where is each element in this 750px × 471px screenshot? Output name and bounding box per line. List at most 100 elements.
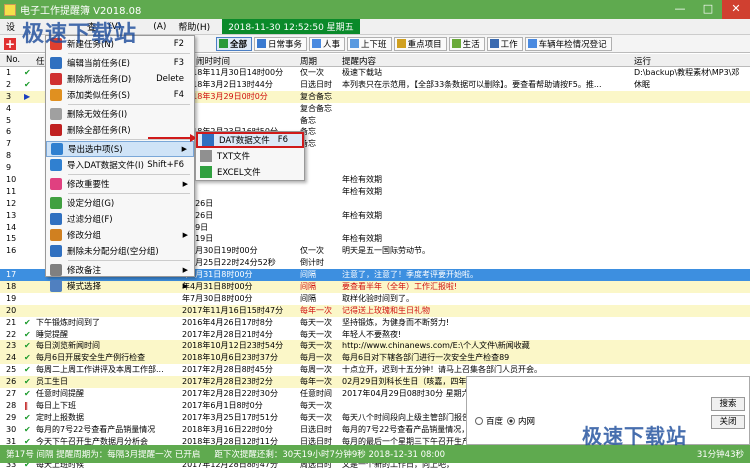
cell-task: 每月的7号22号查看产品销量情况 (36, 424, 156, 434)
cell-no: 3 (6, 91, 12, 101)
cell-no: 15 (6, 234, 17, 244)
menu-item-label: 导出选中项(S) (68, 145, 123, 155)
table-row[interactable]: 24 ✔ 每月6日开展安全生产例行检查 2018年10月6日23时37分 每月一次 每月6… (0, 352, 750, 365)
menu-item-icon (50, 124, 62, 136)
context-menu-item[interactable]: 删除全部任务(R) (46, 122, 194, 138)
cell-time: 2017年2月28日22时30分 (182, 389, 278, 399)
menu-item-icon (50, 159, 62, 171)
file-icon (202, 134, 214, 146)
cell-st: ✔ (24, 389, 31, 399)
table-row[interactable]: 25 ✔ 每周二上周工作讲评及本周工作部... 2017年2月28日8时45分 每周一次… (0, 364, 750, 376)
cell-content: 年轻人不要熬夜! (342, 329, 402, 339)
cell-content: 取样化验时间到了。 (342, 293, 414, 303)
tab-3[interactable]: 上下班 (347, 36, 392, 51)
cell-task: 定时上报数据 (36, 412, 84, 422)
menu-action[interactable]: (A) (147, 22, 172, 32)
tab-0[interactable]: 全部 (216, 36, 253, 51)
menu-item-icon (50, 89, 62, 101)
submenu-item[interactable]: TXT文件 (196, 148, 304, 164)
col-no[interactable]: No. (6, 55, 20, 65)
menu-item-label: 删除全部任务(R) (67, 126, 131, 136)
tab-2[interactable]: 人事 (309, 36, 346, 51)
context-menu-item[interactable]: 编辑当前任务(E) F3 (46, 55, 194, 71)
radio-baidu[interactable]: 百度 (475, 415, 503, 427)
menu-item-shortcut: F2 (173, 39, 184, 49)
tab-5[interactable]: 生活 (448, 36, 485, 51)
context-menu: 新建任务(N) F2 编辑当前任务(E) F3 删除所选任务(D) Delete 添加类似任… (45, 35, 195, 292)
cell-cycle: 备忘 (300, 115, 316, 125)
radio-intranet[interactable]: 内网 (507, 415, 535, 427)
cell-cycle: 每天一次 (300, 412, 332, 422)
menu-item-shortcut: Shift+F6 (147, 160, 184, 170)
window-title: 电子工作提醒簿 V2018.08 (20, 6, 142, 17)
cell-no: 13 (6, 210, 17, 220)
menu-settings[interactable]: 设 (0, 20, 21, 33)
cell-no: 11 (6, 186, 17, 196)
submenu-arrow-icon: ▶ (182, 180, 188, 188)
context-menu-item[interactable]: 导入DAT数据文件(I) Shift+F6 (46, 157, 194, 173)
cell-content: 十点立开，迟到十五分钟！请马上召集各部门人员开会。 (342, 365, 542, 375)
tab-label: 全部 (230, 39, 248, 50)
col-task[interactable]: 任 (36, 55, 45, 67)
tab-icon (312, 39, 322, 48)
search-button[interactable]: 搜索 (711, 397, 745, 411)
submenu-item[interactable]: EXCEL文件 (196, 164, 304, 180)
cell-st: ✔ (24, 68, 31, 77)
table-row[interactable]: 22 ✔ 睡觉提醒 2017年2月28日21时4分 每天一次 年轻人不要熬夜! (0, 329, 750, 341)
context-menu-item[interactable]: 修改重要性 ▶ (46, 176, 194, 192)
context-menu-item[interactable]: 过滤分组(F) (46, 211, 194, 227)
cell-time: 6月26日 (182, 210, 214, 220)
context-menu-item[interactable]: 修改备注 ▶ (46, 262, 194, 278)
table-row[interactable]: 23 ✔ 每日浏览新闻时间 2018年10月12日23时54分 每天一次 http://w… (0, 340, 750, 353)
submenu-item[interactable]: DAT数据文件 F6 (196, 132, 304, 148)
col-content[interactable]: 提醒内容 (342, 55, 376, 67)
tab-6[interactable]: 工作 (486, 36, 523, 51)
col-time[interactable]: 闹时时间 (196, 55, 230, 67)
table-row[interactable]: 21 ✔ 下午锻炼时间到了 2016年4月26日17时8分 每天一次 坚持锻炼，为健身而不… (0, 317, 750, 329)
tab-4[interactable]: 重点项目 (393, 36, 447, 51)
col-run[interactable]: 运行 (634, 55, 651, 67)
menu-separator (68, 53, 190, 54)
tab-7[interactable]: 车辆年检情况登记 (524, 36, 612, 51)
context-menu-item[interactable]: 删除未分配分组(空分组) (46, 243, 194, 259)
minimize-button[interactable]: — (666, 0, 694, 19)
col-cycle[interactable]: 周期 (300, 55, 317, 67)
cell-no: 20 (6, 305, 17, 315)
context-menu-item[interactable]: 模式选择 ▶ (46, 278, 194, 294)
maximize-button[interactable]: □ (694, 0, 722, 19)
cell-st: ‖ (24, 400, 28, 410)
context-menu-item[interactable]: 导出选中项(S) ▶ (46, 141, 194, 157)
menu-item-icon (50, 57, 62, 69)
menu-item-icon (50, 178, 62, 190)
menu-item-shortcut: Delete (156, 74, 184, 84)
context-menu-item[interactable]: 删除无效任务(I) (46, 106, 194, 122)
radio-intranet-label: 内网 (518, 417, 536, 427)
cell-time: 2017年2月28日23时2分 (182, 377, 273, 387)
cell-task: 每月6日开展安全生产例行检查 (36, 353, 146, 363)
context-menu-item[interactable]: 删除所选任务(D) Delete (46, 71, 194, 87)
cell-no: 5 (6, 115, 12, 125)
context-menu-item[interactable]: 添加类似任务(S) F4 (46, 87, 194, 103)
status-mid: 距下次提醒还剩：30天19小时7分钟9秒 2018-12-31 08:00 (214, 450, 446, 460)
search-close-button[interactable]: 关闭 (711, 415, 745, 429)
menu-item-label: 删除所选任务(D) (67, 75, 132, 85)
cell-cycle: 复合备忘 (300, 91, 332, 101)
context-menu-item[interactable]: 设定分组(G) (46, 195, 194, 211)
cell-no: 22 (6, 329, 17, 339)
menu-help[interactable]: 帮助(H) (172, 20, 216, 33)
table-row[interactable]: 19 年7月30日8时00分 间隔 取样化验时间到了。 (0, 293, 750, 305)
cell-cycle: 每周一次 (300, 365, 332, 375)
submenu-arrow-icon: ▶ (182, 266, 188, 274)
file-icon (200, 166, 212, 178)
cell-no: 9 (6, 163, 12, 173)
add-icon[interactable]: + (4, 37, 16, 50)
cell-no: 7 (6, 139, 12, 149)
tab-1[interactable]: 日常事务 (254, 36, 308, 51)
context-menu-item[interactable]: 修改分组 ▶ (46, 227, 194, 243)
table-row[interactable]: 20 2017年11月16日15时47分 每年一次 记得送上玫瑰和生日礼物 (0, 304, 750, 317)
cell-no: 29 (6, 412, 17, 422)
close-button[interactable]: ✕ (722, 0, 750, 19)
cell-time: 2018年10月6日23时37分 (182, 353, 278, 363)
cell-no: 28 (6, 400, 17, 410)
menu-item-shortcut: F4 (173, 90, 184, 100)
